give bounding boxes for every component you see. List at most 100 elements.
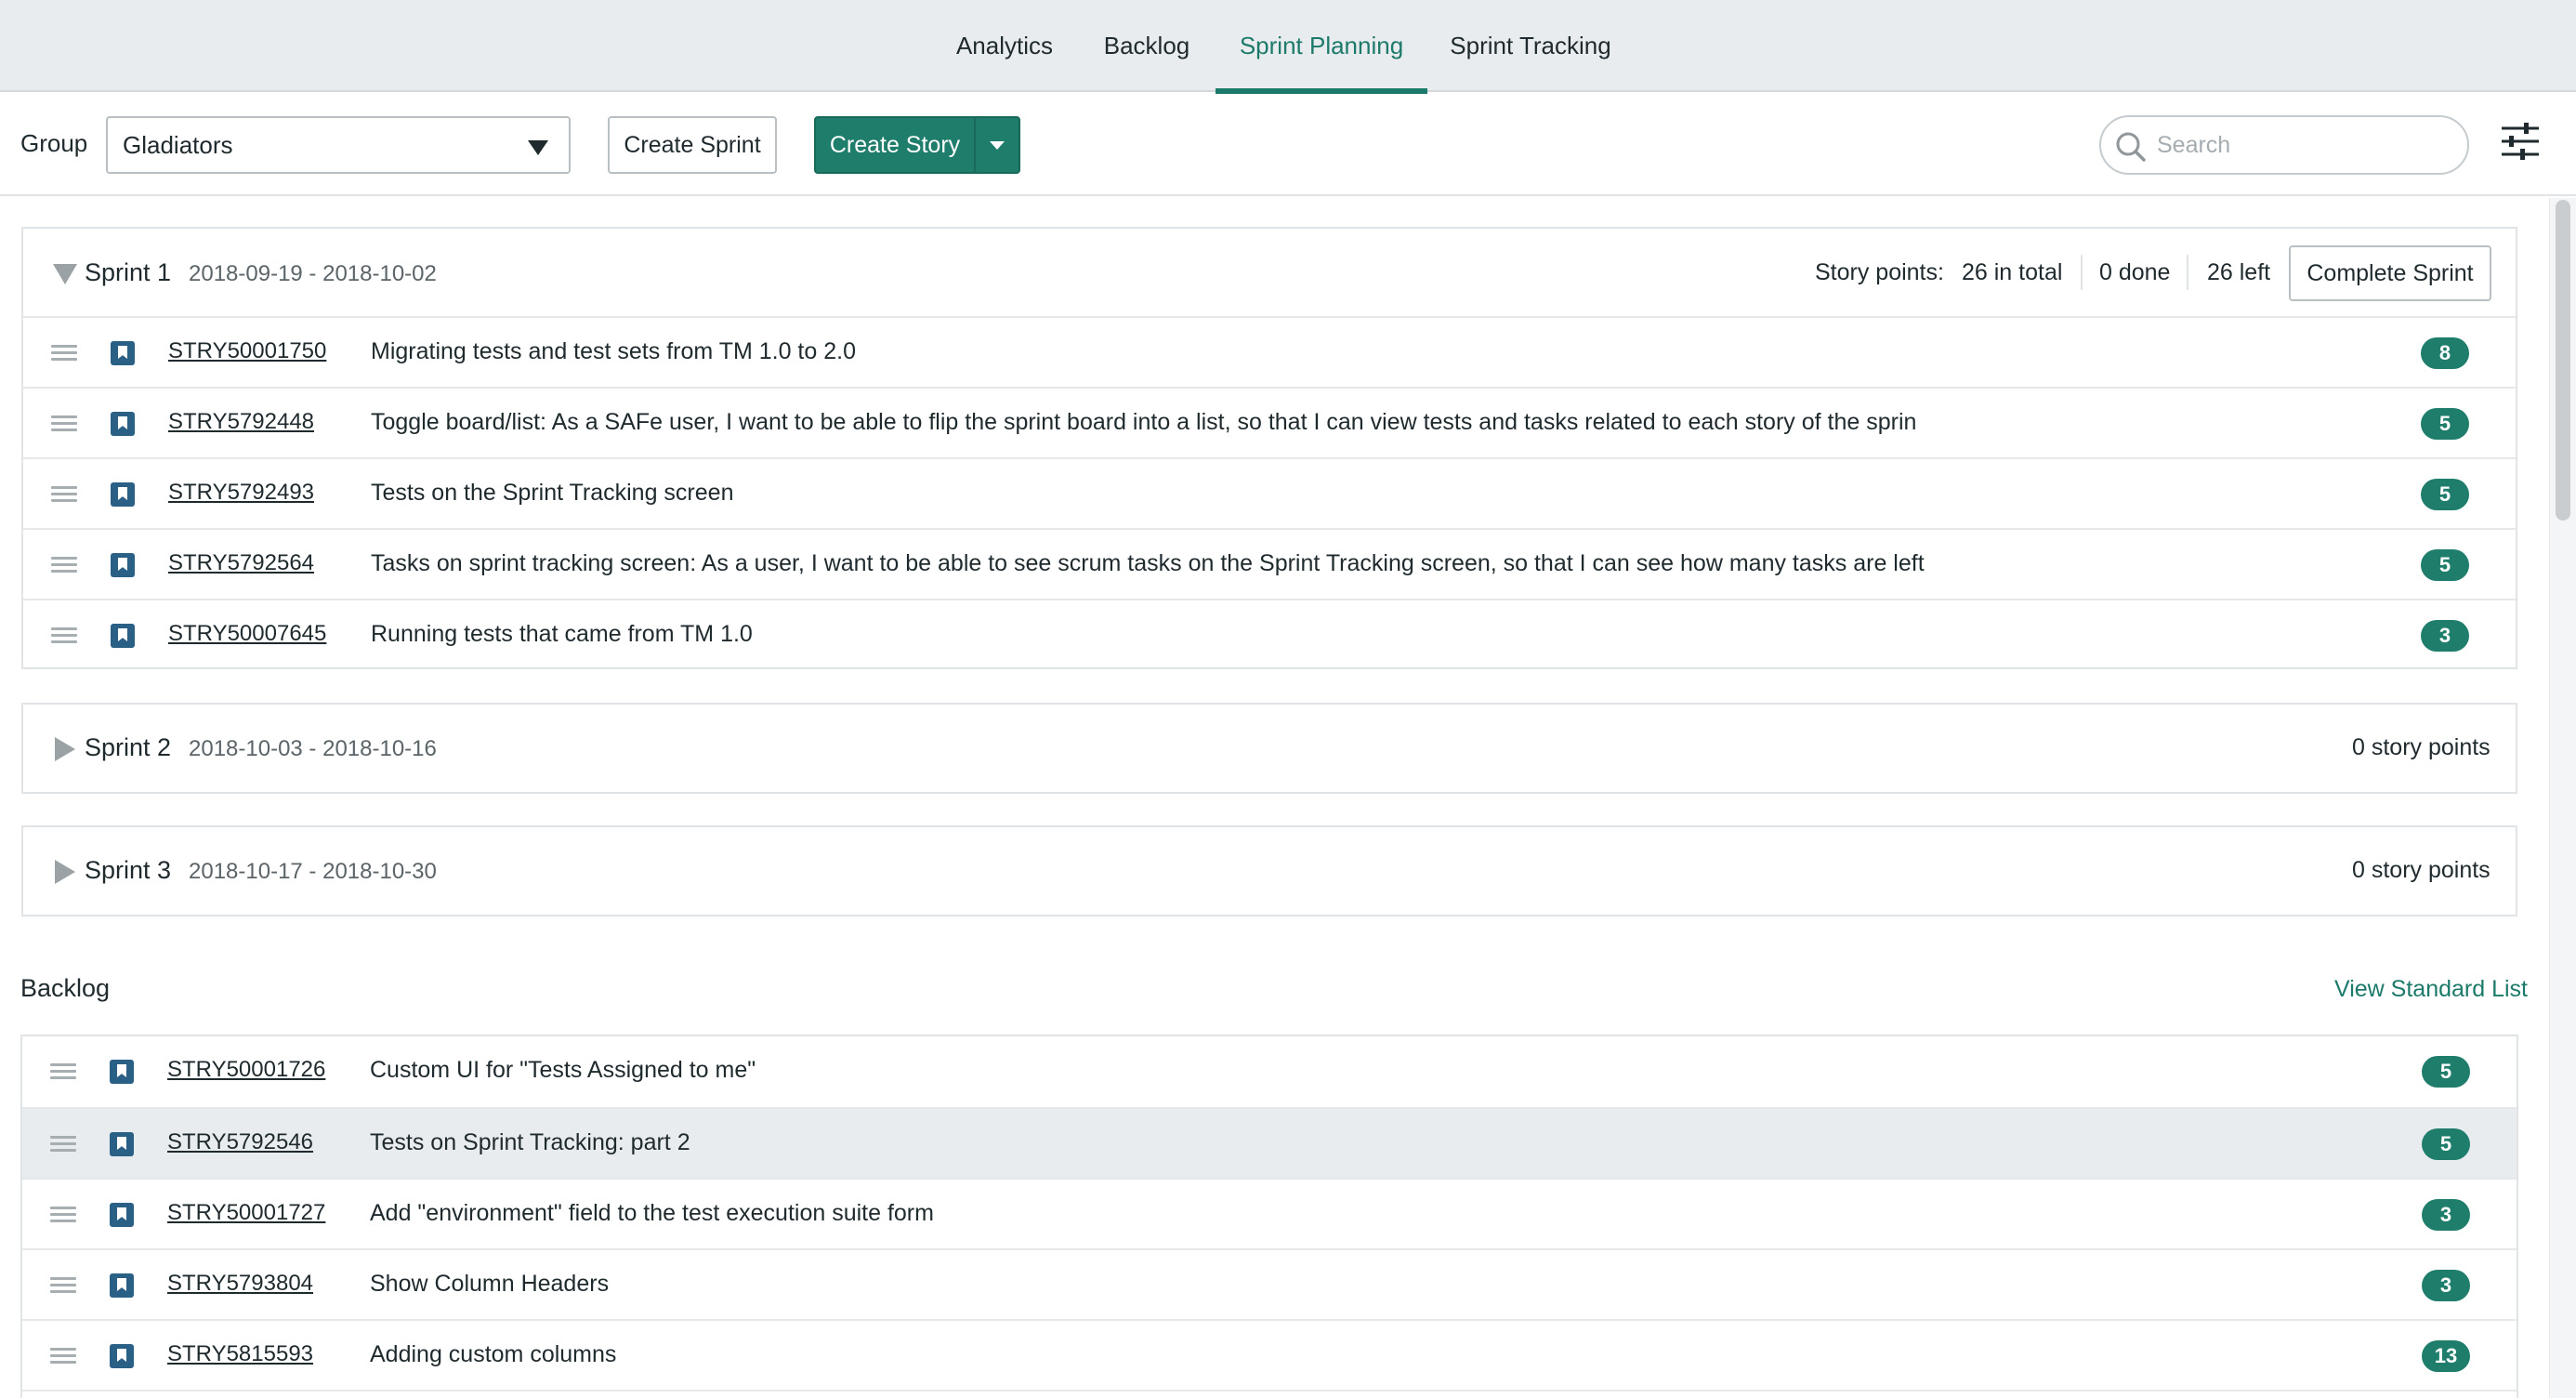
story-bookmark-icon (111, 341, 135, 365)
story-points-label: Story points: (1815, 259, 1944, 285)
story-bookmark-icon (110, 1203, 134, 1227)
story-points-badge: 5 (2422, 1056, 2470, 1088)
drag-handle-icon[interactable] (51, 557, 77, 574)
story-id-link[interactable]: STRY5793804 (167, 1271, 313, 1297)
tab-analytics[interactable]: Analytics (946, 0, 1063, 92)
story-id-link[interactable]: STRY5792493 (168, 480, 314, 506)
create-story-menu-button[interactable] (974, 116, 1020, 174)
create-story-button[interactable]: Create Story (814, 116, 976, 174)
divider (2081, 255, 2083, 290)
story-bookmark-icon (111, 482, 135, 507)
sprint-name: Sprint 2 (85, 733, 172, 761)
story-title: Tests on the Sprint Tracking screen (371, 480, 734, 506)
search-box[interactable] (2099, 115, 2469, 175)
story-title: Adding custom columns (370, 1341, 617, 1367)
story-id-link[interactable]: STRY5792448 (168, 409, 314, 435)
backlog-panel: STRY50001726 Custom UI for "Tests Assign… (20, 1035, 2518, 1398)
story-points-badge: 5 (2421, 549, 2469, 581)
story-bookmark-icon (110, 1132, 134, 1156)
story-title: Custom UI for "Tests Assigned to me" (370, 1057, 756, 1083)
story-title: Migrating tests and test sets from TM 1.… (371, 338, 856, 364)
drag-handle-icon[interactable] (50, 1207, 76, 1223)
search-input[interactable] (2157, 125, 2454, 165)
filter-settings-icon[interactable] (2500, 121, 2541, 162)
story-bookmark-icon (111, 412, 135, 436)
story-points-badge: 13 (2422, 1340, 2470, 1372)
story-title: Running tests that came from TM 1.0 (371, 621, 753, 647)
story-title: Add "environment" field to the test exec… (370, 1200, 934, 1226)
story-points-badge: 8 (2421, 337, 2469, 369)
story-points-badge: 5 (2422, 1128, 2470, 1160)
drag-handle-icon[interactable] (51, 345, 77, 362)
drag-handle-icon[interactable] (50, 1277, 76, 1294)
story-title: Show Column Headers (370, 1271, 610, 1297)
story-id-link[interactable]: STRY50001726 (167, 1057, 325, 1083)
story-points-badge: 5 (2421, 479, 2469, 510)
story-title: Toggle board/list: As a SAFe user, I wan… (371, 409, 1917, 435)
story-points-total: 26 in total (1962, 259, 2063, 285)
sprint-panel-3[interactable]: Sprint 3 2018-10-17 - 2018-10-30 0 story… (21, 825, 2517, 917)
table-row[interactable]: STRY5792546 Tests on Sprint Tracking: pa… (22, 1107, 2517, 1178)
story-id-link[interactable]: STRY50007645 (168, 621, 326, 647)
expand-triangle-icon[interactable] (55, 737, 75, 761)
dropdown-caret-icon (990, 140, 1005, 150)
sprint-panel-1: Sprint 1 2018-09-19 - 2018-10-02 Story p… (21, 227, 2517, 669)
story-bookmark-icon (110, 1344, 134, 1368)
sprint-panel-2[interactable]: Sprint 2 2018-10-03 - 2018-10-16 0 story… (21, 703, 2517, 794)
table-row[interactable]: STRY5815593 Adding custom columns 13 (22, 1319, 2517, 1390)
top-nav: Analytics Backlog Sprint Planning Sprint… (0, 0, 2576, 94)
tab-sprint-tracking[interactable]: Sprint Tracking (1442, 0, 1619, 92)
expand-triangle-icon[interactable] (55, 860, 75, 884)
search-icon (2116, 132, 2146, 162)
story-id-link[interactable]: STRY5792564 (168, 550, 314, 576)
sprint-dates: 2018-10-17 - 2018-10-30 (189, 859, 437, 884)
table-row[interactable]: STRY50001727 Add "environment" field to … (22, 1178, 2517, 1248)
sprint-header-1[interactable]: Sprint 1 2018-09-19 - 2018-10-02 Story p… (23, 229, 2516, 316)
story-points-left: 26 left (2207, 259, 2271, 285)
complete-sprint-button[interactable]: Complete Sprint (2289, 245, 2491, 301)
table-row[interactable]: STRY5793804 Show Column Headers 3 (22, 1248, 2517, 1319)
story-id-link[interactable]: STRY5815593 (167, 1341, 313, 1367)
story-id-link[interactable]: STRY5792546 (167, 1129, 313, 1155)
tab-sprint-planning[interactable]: Sprint Planning (1216, 0, 1427, 94)
sprint-name: Sprint 3 (85, 856, 172, 884)
story-points-badge: 3 (2422, 1270, 2470, 1301)
drag-handle-icon[interactable] (50, 1348, 76, 1365)
story-id-link[interactable]: STRY50001727 (167, 1200, 325, 1226)
backlog-title: Backlog (20, 974, 111, 1002)
table-row[interactable]: STRY50007645 Running tests that came fro… (23, 599, 2516, 669)
view-standard-list-link[interactable]: View Standard List (2334, 976, 2528, 1003)
table-row[interactable]: STRY5792493 Tests on the Sprint Tracking… (23, 457, 2516, 528)
story-bookmark-icon (111, 553, 135, 577)
drag-handle-icon[interactable] (51, 415, 77, 432)
table-row[interactable]: STRY50001750 Migrating tests and test se… (23, 316, 2516, 387)
story-title: Tests on Sprint Tracking: part 2 (370, 1129, 690, 1155)
group-label: Group (20, 129, 88, 157)
tab-backlog[interactable]: Backlog (1089, 0, 1204, 92)
group-select-value: Gladiators (123, 130, 233, 159)
scrollbar-thumb[interactable] (2556, 200, 2570, 521)
collapse-triangle-icon[interactable] (53, 264, 77, 284)
sprint-summary: 0 story points (2352, 734, 2491, 760)
chevron-down-icon (528, 140, 548, 155)
table-row[interactable] (22, 1390, 2517, 1398)
drag-handle-icon[interactable] (50, 1063, 76, 1080)
table-row[interactable]: STRY5792448 Toggle board/list: As a SAFe… (23, 387, 2516, 457)
sprint-dates: 2018-09-19 - 2018-10-02 (189, 261, 437, 286)
story-points-done: 0 done (2099, 259, 2171, 285)
drag-handle-icon[interactable] (51, 627, 77, 644)
create-sprint-button[interactable]: Create Sprint (608, 116, 777, 174)
story-bookmark-icon (110, 1060, 134, 1084)
story-bookmark-icon (111, 624, 135, 648)
group-select[interactable]: Gladiators (106, 116, 571, 174)
drag-handle-icon[interactable] (51, 486, 77, 503)
story-id-link[interactable]: STRY50001750 (168, 338, 326, 364)
story-points-badge: 5 (2421, 408, 2469, 440)
drag-handle-icon[interactable] (50, 1136, 76, 1153)
sprint-name: Sprint 1 (85, 258, 172, 286)
sprint-summary: 0 story points (2352, 857, 2491, 883)
story-points-badge: 3 (2421, 620, 2469, 652)
table-row[interactable]: STRY5792564 Tasks on sprint tracking scr… (23, 528, 2516, 599)
table-row[interactable]: STRY50001726 Custom UI for "Tests Assign… (22, 1036, 2517, 1107)
story-bookmark-icon (110, 1273, 134, 1298)
